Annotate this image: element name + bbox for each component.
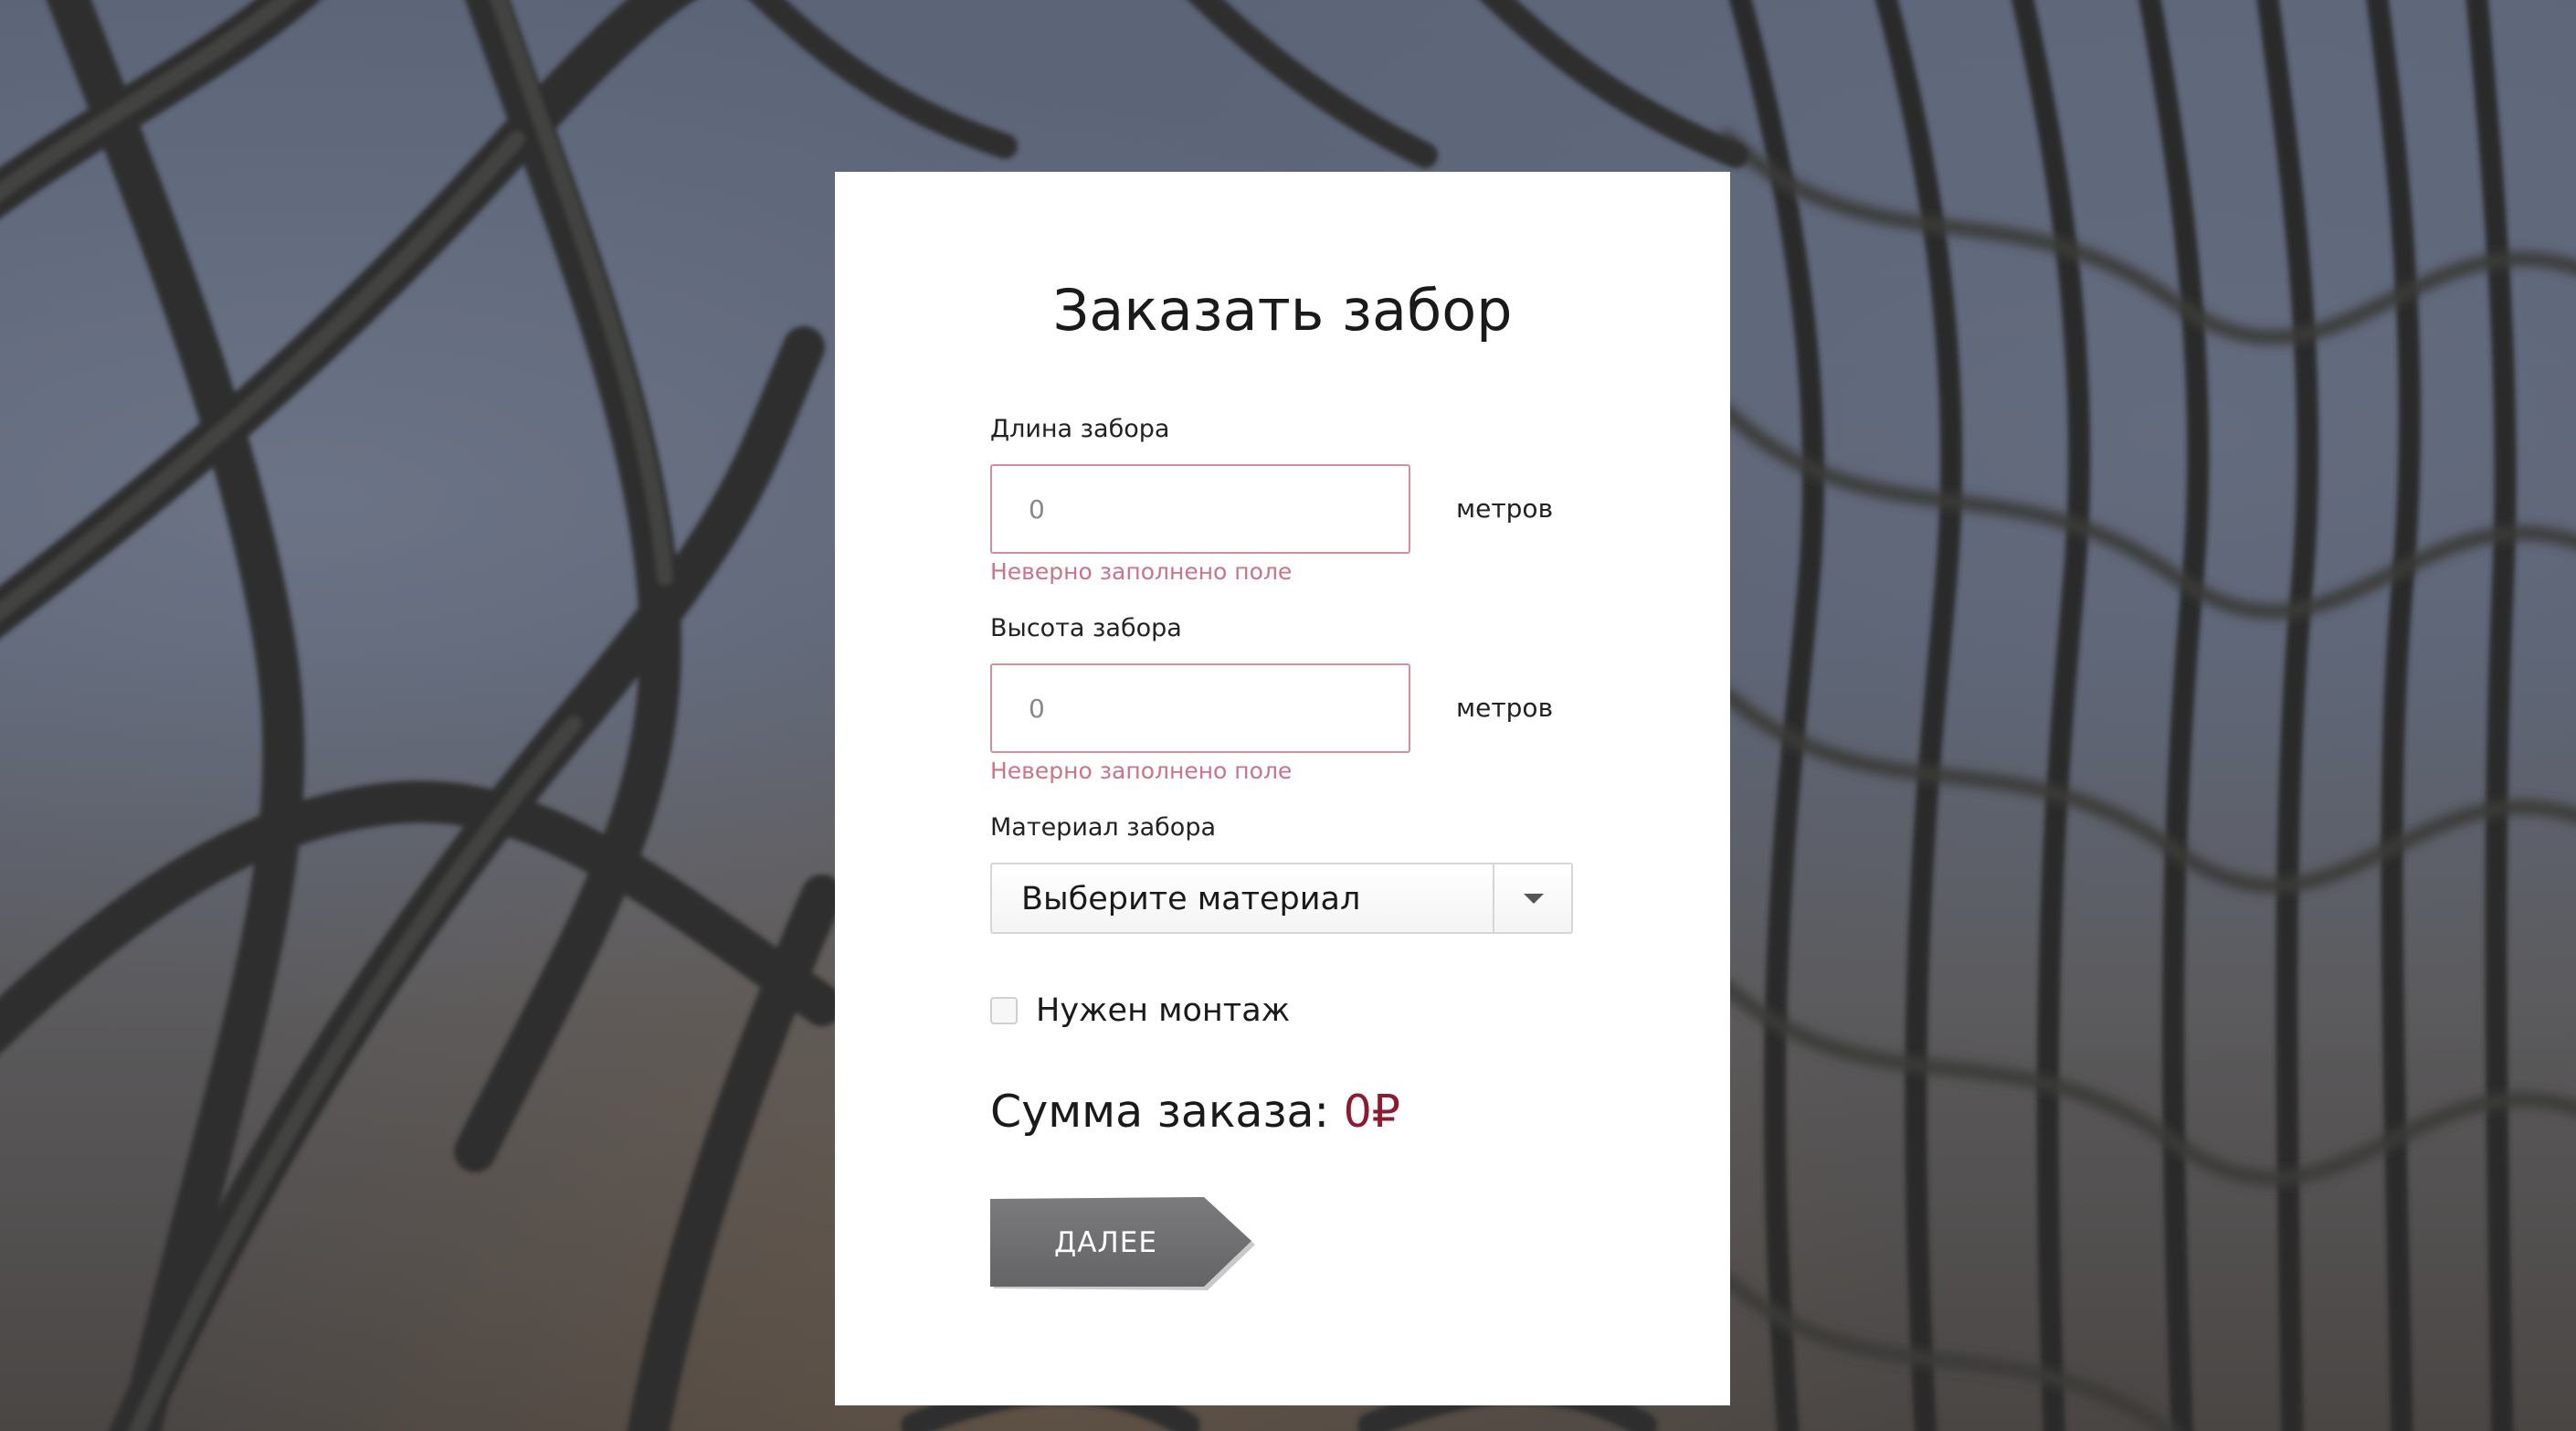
next-button-label: ДАЛЕЕ xyxy=(1054,1226,1157,1259)
next-button[interactable]: ДАЛЕЕ xyxy=(990,1197,1260,1292)
material-select-value: Выберите материал xyxy=(1021,881,1361,917)
material-label: Материал забора xyxy=(990,813,1217,842)
height-label: Высота забора xyxy=(990,614,1182,642)
chevron-down-icon[interactable] xyxy=(1494,864,1573,932)
form-title: Заказать забор xyxy=(1052,277,1513,344)
length-input[interactable] xyxy=(990,464,1410,554)
order-total-label: Сумма заказа: xyxy=(990,1086,1330,1138)
order-form-card: Заказать забор Длина забора метров Невер… xyxy=(835,172,1730,1405)
height-input[interactable] xyxy=(990,663,1410,753)
order-total-value: 0₽ xyxy=(1343,1086,1400,1138)
length-label: Длина забора xyxy=(990,415,1170,443)
length-unit: метров xyxy=(1456,493,1554,524)
height-unit: метров xyxy=(1456,693,1554,723)
material-select[interactable]: Выберите материал xyxy=(990,863,1573,934)
installation-label[interactable]: Нужен монтаж xyxy=(1036,992,1290,1029)
height-error: Неверно заполнено поле xyxy=(990,758,1293,784)
length-error: Неверно заполнено поле xyxy=(990,558,1293,585)
installation-checkbox[interactable] xyxy=(990,997,1018,1024)
order-total: Сумма заказа: 0₽ xyxy=(990,1086,1400,1138)
